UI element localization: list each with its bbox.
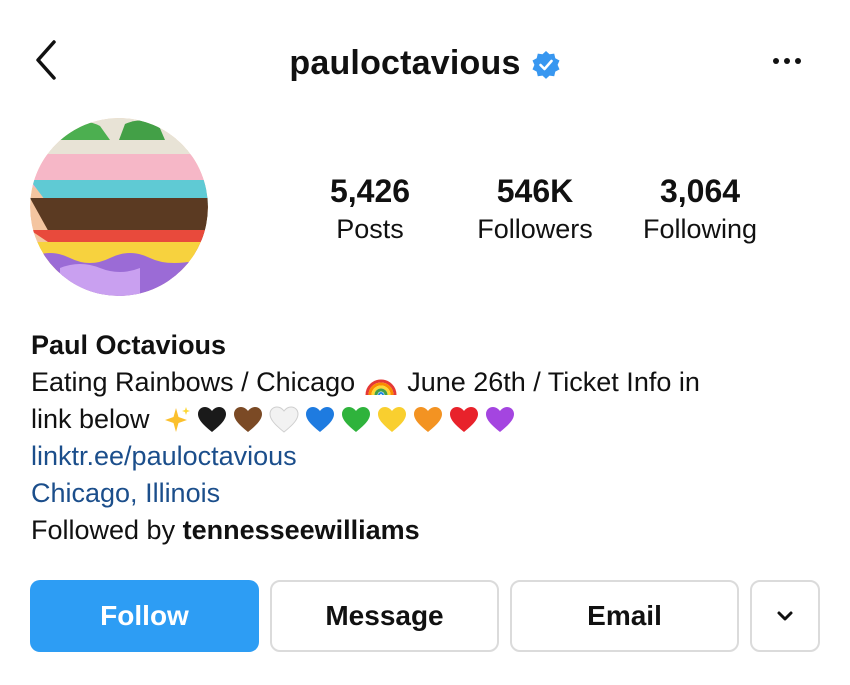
rainbow-emoji-icon: [365, 379, 397, 395]
stat-followers[interactable]: 546K Followers: [455, 172, 615, 248]
follow-button[interactable]: Follow: [30, 580, 259, 652]
posts-count: 5,426: [329, 173, 411, 209]
bio-text-2: link below: [31, 404, 150, 434]
yellow-heart-emoji-icon: [377, 406, 406, 432]
red-heart-emoji-icon: [449, 406, 478, 432]
profile-username: pauloctavious: [289, 43, 521, 82]
white-heart-emoji-icon: [269, 405, 299, 433]
green-heart-emoji-icon: [341, 406, 370, 432]
profile-bio: Paul Octavious Eating Rainbows / Chicago…: [31, 327, 831, 549]
more-options-button[interactable]: [770, 47, 804, 75]
purple-heart-emoji-icon: [485, 406, 514, 432]
brown-heart-emoji-icon: [233, 406, 262, 432]
blue-heart-emoji-icon: [305, 406, 334, 432]
bio-text-1a: Eating Rainbows / Chicago: [31, 367, 356, 397]
bio-full-name: Paul Octavious: [31, 330, 227, 360]
followed-by-prefix: Followed by: [31, 515, 183, 545]
posts-label: Posts: [336, 214, 404, 244]
bio-line-2: link below: [31, 401, 831, 438]
title-area: pauloctavious: [0, 40, 850, 86]
black-heart-emoji-icon: [197, 406, 226, 432]
profile-header: pauloctavious: [0, 0, 850, 125]
following-label: Following: [642, 214, 758, 244]
stat-posts[interactable]: 5,426 Posts: [290, 172, 450, 248]
bio-location-link[interactable]: Chicago, Illinois: [31, 475, 831, 512]
email-button[interactable]: Email: [510, 580, 739, 652]
avatar-image: [30, 118, 208, 296]
followed-by-line[interactable]: Followed by tennesseewilliams: [31, 512, 831, 549]
orange-heart-emoji-icon: [413, 406, 442, 432]
bio-line-1: Eating Rainbows / Chicago June 26th / Ti…: [31, 364, 831, 401]
profile-avatar[interactable]: [30, 118, 208, 296]
suggested-accounts-button[interactable]: [750, 580, 820, 652]
verified-badge-icon: [532, 51, 560, 79]
following-count: 3,064: [659, 173, 741, 209]
sparkles-emoji-icon: [164, 406, 190, 432]
more-horizontal-icon: [773, 58, 801, 64]
followers-label: Followers: [477, 214, 593, 244]
bio-text-1b: June 26th / Ticket Info in: [407, 367, 700, 397]
bio-website-link[interactable]: linktr.ee/pauloctavious: [31, 438, 831, 475]
followers-count: 546K: [496, 173, 574, 209]
followed-by-username: tennesseewilliams: [182, 515, 420, 545]
message-button[interactable]: Message: [270, 580, 499, 652]
stat-following[interactable]: 3,064 Following: [620, 172, 780, 248]
chevron-down-icon: [777, 611, 793, 621]
